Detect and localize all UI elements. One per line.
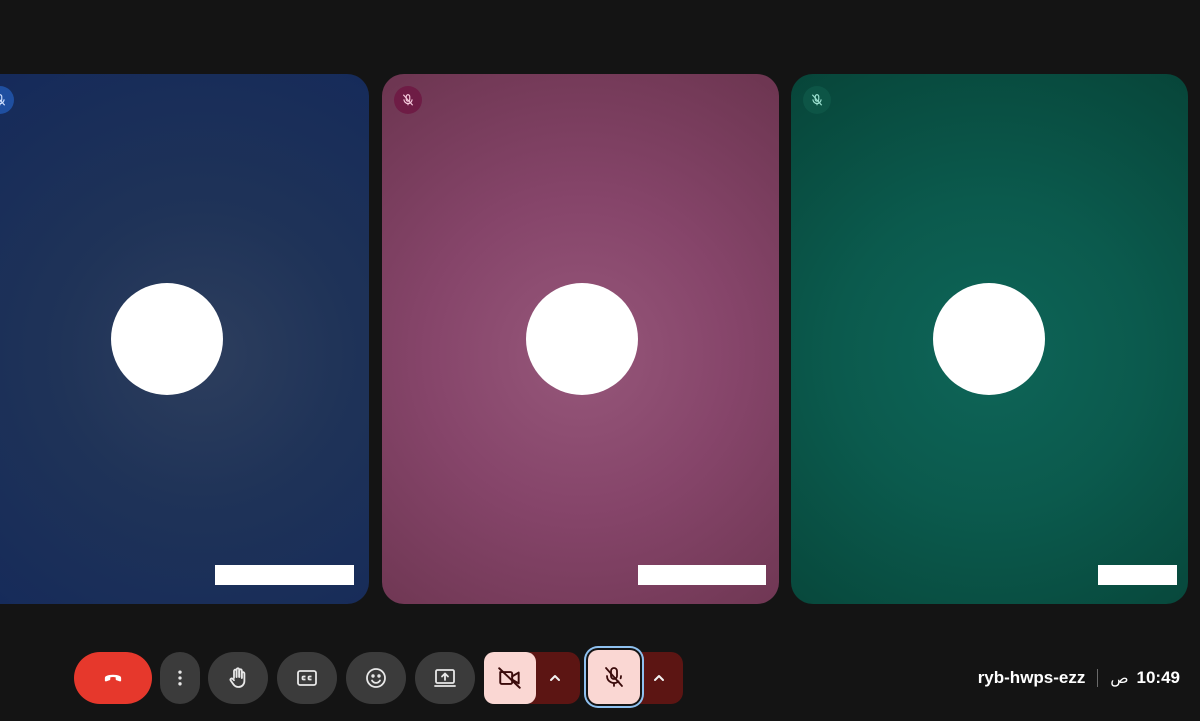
mic-off-icon (605, 667, 623, 687)
hand-icon (229, 667, 246, 688)
captions-button[interactable] (277, 652, 337, 704)
closed-captions-icon (297, 670, 317, 686)
mic-options-button[interactable] (634, 652, 683, 704)
avatar (526, 283, 638, 395)
chevron-up-icon (550, 675, 560, 681)
more-vert-icon (178, 670, 182, 686)
more-options-button[interactable] (160, 652, 200, 704)
camera-options-button[interactable] (530, 652, 580, 704)
emoji-icon (366, 668, 386, 688)
avatar (933, 283, 1045, 395)
participant-tile-2[interactable] (382, 74, 779, 604)
divider (1097, 669, 1099, 687)
avatar (111, 283, 223, 395)
participant-tile-3[interactable] (791, 74, 1188, 604)
meeting-details: ryb-hwps-ezz ص 10:49 (978, 667, 1180, 689)
present-button[interactable] (415, 652, 475, 704)
clock-ampm: ص (1110, 670, 1129, 687)
meeting-code[interactable]: ryb-hwps-ezz (978, 668, 1086, 688)
participant-name-redacted (1098, 565, 1177, 585)
mic-off-icon (0, 86, 14, 114)
camera-off-button[interactable] (484, 652, 536, 704)
raise-hand-button[interactable] (208, 652, 268, 704)
present-screen-icon (434, 669, 456, 687)
participant-tile-1[interactable] (0, 74, 369, 604)
phone-hangup-icon (104, 674, 122, 682)
videocam-off-icon (498, 667, 521, 689)
chevron-up-icon (653, 675, 664, 681)
participant-name-redacted (215, 565, 354, 585)
reactions-button[interactable] (346, 652, 406, 704)
clock-time: 10:49 (1136, 668, 1180, 687)
participant-name-redacted (638, 565, 766, 585)
mic-off-icon (803, 86, 831, 114)
end-call-button[interactable] (74, 652, 152, 704)
mic-off-icon (394, 86, 422, 114)
mic-off-button[interactable] (588, 650, 640, 704)
